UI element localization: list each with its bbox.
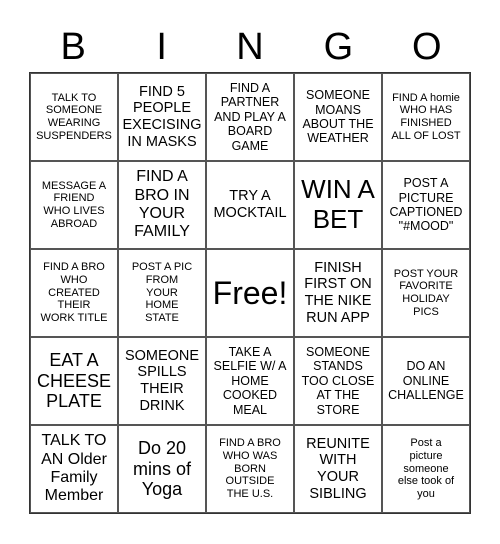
cell-text: FIND 5 PEOPLE EXECISING IN MASKS (122, 83, 202, 150)
cell-text: FIND A BRO WHO CREATED THEIR WORK TITLE (40, 261, 108, 324)
bingo-header: B I N G O (29, 22, 471, 72)
cell-text: Free! (212, 274, 288, 311)
cell-text: SOMEONE SPILLS THEIR DRINK (124, 347, 200, 414)
bingo-cell[interactable]: POST A PICTURE CAPTIONED "#MOOD" (382, 161, 470, 249)
free-space[interactable]: Free! (206, 249, 294, 337)
bingo-cell[interactable]: DO AN ONLINE CHALLENGE (382, 337, 470, 425)
cell-text: FIND A BRO WHO WAS BORN OUTSIDE THE U.S. (219, 437, 281, 500)
header-letter-b: B (60, 26, 86, 68)
cell-text: REUNITE WITH YOUR SIBLING (306, 435, 370, 502)
cell-text: DO AN ONLINE CHALLENGE (388, 359, 464, 403)
cell-text: TAKE A SELFIE W/ A HOME COOKED MEAL (213, 345, 287, 417)
bingo-cell[interactable]: SOMEONE SPILLS THEIR DRINK (118, 337, 206, 425)
cell-text: WIN A BET (301, 174, 375, 234)
bingo-cell[interactable]: POST A PIC FROM YOUR HOME STATE (118, 249, 206, 337)
cell-text: FIND A BRO IN YOUR FAMILY (134, 168, 190, 241)
bingo-cell[interactable]: SOMEONE STANDS TOO CLOSE AT THE STORE (294, 337, 382, 425)
bingo-cell[interactable]: Do 20 mins of Yoga (118, 425, 206, 513)
cell-text: FIND A homie WHO HAS FINISHED ALL OF LOS… (391, 91, 461, 142)
cell-text: POST A PIC FROM YOUR HOME STATE (131, 261, 193, 324)
bingo-cell[interactable]: SOMEONE MOANS ABOUT THE WEATHER (294, 73, 382, 161)
header-letter-o: O (412, 26, 442, 68)
bingo-cell[interactable]: FIND 5 PEOPLE EXECISING IN MASKS (118, 73, 206, 161)
bingo-cell[interactable]: FIND A PARTNER AND PLAY A BOARD GAME (206, 73, 294, 161)
header-letter-g: G (323, 26, 354, 68)
cell-text: Post a picture someone else took of you (397, 437, 455, 500)
bingo-cell[interactable]: TALK TO AN Older Family Member (30, 425, 118, 513)
cell-text: FINISH FIRST ON THE NIKE RUN APP (304, 259, 372, 326)
cell-text: TRY A MOCKTAIL (213, 188, 287, 221)
bingo-cell[interactable]: MESSAGE A FRIEND WHO LIVES ABROAD (30, 161, 118, 249)
bingo-cell[interactable]: FIND A BRO IN YOUR FAMILY (118, 161, 206, 249)
header-letter-i: I (156, 26, 167, 68)
bingo-board: TALK TO SOMEONE WEARING SUSPENDERS FIND … (29, 72, 471, 514)
cell-text: EAT A CHEESE PLATE (36, 349, 112, 412)
bingo-cell[interactable]: FINISH FIRST ON THE NIKE RUN APP (294, 249, 382, 337)
bingo-cell[interactable]: FIND A homie WHO HAS FINISHED ALL OF LOS… (382, 73, 470, 161)
bingo-cell[interactable]: Post a picture someone else took of you (382, 425, 470, 513)
cell-text: MESSAGE A FRIEND WHO LIVES ABROAD (41, 179, 107, 230)
bingo-cell[interactable]: TALK TO SOMEONE WEARING SUSPENDERS (30, 73, 118, 161)
bingo-cell[interactable]: POST YOUR FAVORITE HOLIDAY PICS (382, 249, 470, 337)
bingo-cell[interactable]: FIND A BRO WHO CREATED THEIR WORK TITLE (30, 249, 118, 337)
cell-text: TALK TO AN Older Family Member (41, 432, 107, 505)
cell-text: POST A PICTURE CAPTIONED "#MOOD" (389, 176, 463, 234)
cell-text: FIND A PARTNER AND PLAY A BOARD GAME (214, 81, 286, 153)
cell-text: SOMEONE STANDS TOO CLOSE AT THE STORE (301, 345, 375, 417)
bingo-cell[interactable]: TAKE A SELFIE W/ A HOME COOKED MEAL (206, 337, 294, 425)
cell-text: POST YOUR FAVORITE HOLIDAY PICS (393, 267, 459, 318)
cell-text: TALK TO SOMEONE WEARING SUSPENDERS (36, 91, 112, 142)
header-letter-n: N (236, 26, 264, 68)
cell-text: SOMEONE MOANS ABOUT THE WEATHER (302, 88, 374, 146)
bingo-cell[interactable]: FIND A BRO WHO WAS BORN OUTSIDE THE U.S. (206, 425, 294, 513)
bingo-cell[interactable]: TRY A MOCKTAIL (206, 161, 294, 249)
bingo-cell[interactable]: EAT A CHEESE PLATE (30, 337, 118, 425)
cell-text: Do 20 mins of Yoga (132, 437, 192, 500)
bingo-cell[interactable]: WIN A BET (294, 161, 382, 249)
bingo-cell[interactable]: REUNITE WITH YOUR SIBLING (294, 425, 382, 513)
